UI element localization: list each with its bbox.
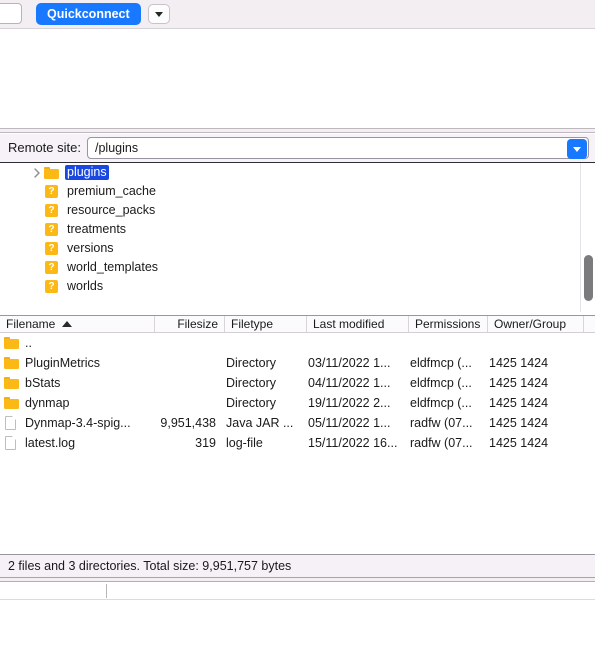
cell-filesize: 319 [195, 436, 216, 450]
message-log-pane [0, 29, 595, 128]
unknown-folder-icon: ? [45, 204, 58, 217]
cell-ownergroup: 1425 1424 [489, 376, 549, 390]
cell-permissions: radfw (07... [410, 416, 473, 430]
chevron-right-icon[interactable] [30, 167, 44, 178]
sort-ascending-icon [62, 321, 72, 327]
column-header-filesize[interactable]: Filesize [155, 316, 225, 333]
cell-filetype: Directory [226, 376, 277, 390]
folder-icon [4, 397, 19, 409]
column-header-filename[interactable]: Filename [0, 316, 155, 333]
cell-lastmodified: 05/11/2022 1... [308, 416, 391, 430]
column-header-filetype[interactable]: Filetype [225, 316, 307, 333]
folder-icon [4, 337, 19, 349]
table-row[interactable]: PluginMetrics Directory 03/11/2022 1... eld… [0, 353, 595, 373]
table-row[interactable]: Dynmap-3.4-spig... 9,951,438 Java JAR ... 0… [0, 413, 595, 433]
cell-filetype: Directory [226, 396, 277, 410]
file-icon [5, 416, 16, 430]
tree-item-premium_cache[interactable]: ? premium_cache [0, 182, 578, 201]
table-row[interactable]: bStats Directory 04/11/2022 1... eldfmcp (.… [0, 373, 595, 393]
chevron-down-icon [573, 146, 581, 152]
column-header-filesize-label: Filesize [177, 317, 218, 331]
cell-ownergroup: 1425 1424 [489, 396, 549, 410]
tree-item-label: worlds [67, 279, 104, 293]
unknown-folder-icon: ? [45, 223, 58, 236]
column-header-filename-label: Filename [6, 317, 56, 331]
tree-item-plugins[interactable]: plugins [0, 163, 578, 182]
tree-item-world_templates[interactable]: ? world_templates [0, 258, 578, 277]
column-header-lastmodified-label: Last modified [313, 317, 385, 331]
tree-item-label: treatments [67, 222, 127, 236]
table-row[interactable]: latest.log 319 log-file 15/11/2022 16... rad… [0, 433, 595, 453]
cell-filetype: log-file [226, 436, 263, 450]
tree-item-label: world_templates [67, 260, 159, 274]
tree-item-resource_packs[interactable]: ? resource_packs [0, 201, 578, 220]
cell-filename: latest.log [25, 436, 76, 450]
folder-icon [4, 377, 19, 389]
status-bar-text: 2 files and 3 directories. Total size: 9… [8, 559, 292, 573]
column-header-permissions-label: Permissions [415, 317, 481, 331]
column-header-ownergroup-label: Owner/Group [494, 317, 567, 331]
file-list-header: Filename Filesize Filetype Last modified… [0, 315, 595, 333]
tree-item-worlds[interactable]: ? worlds [0, 277, 578, 296]
cell-ownergroup: 1425 1424 [489, 416, 549, 430]
folder-icon [4, 357, 19, 369]
unknown-folder-icon: ? [45, 185, 58, 198]
cell-filename: Dynmap-3.4-spig... [25, 416, 131, 430]
cell-ownergroup: 1425 1424 [489, 436, 549, 450]
remote-site-label: Remote site: [8, 140, 81, 155]
column-header-ownergroup[interactable]: Owner/Group [488, 316, 584, 333]
remote-directory-tree[interactable]: plugins? premium_cache? resource_packs? tre… [0, 162, 595, 312]
cell-lastmodified: 19/11/2022 2... [308, 396, 391, 410]
tree-item-label: premium_cache [67, 184, 156, 198]
cell-permissions: eldfmcp (... [410, 356, 472, 370]
unknown-folder-icon: ? [45, 261, 58, 274]
remote-site-input[interactable]: /plugins [87, 137, 589, 159]
cell-filename: PluginMetrics [25, 356, 101, 370]
cell-lastmodified: 15/11/2022 16... [308, 436, 398, 450]
column-header-lastmodified[interactable]: Last modified [307, 316, 409, 333]
table-row[interactable]: .. [0, 333, 595, 353]
cell-permissions: eldfmcp (... [410, 376, 472, 390]
tree-item-treatments[interactable]: ? treatments [0, 220, 578, 239]
quickconnect-button[interactable]: Quickconnect [36, 3, 141, 25]
quickconnect-dropdown-button[interactable] [148, 4, 170, 24]
status-bar: 2 files and 3 directories. Total size: 9… [0, 554, 595, 578]
remote-site-dropdown-button[interactable] [567, 139, 587, 159]
tree-item-label: versions [67, 241, 114, 255]
chevron-down-icon [155, 11, 163, 17]
cell-filename: bStats [25, 376, 61, 390]
remote-site-bar: Remote site: /plugins [0, 134, 595, 162]
unknown-folder-icon: ? [45, 242, 58, 255]
tree-item-label: plugins [65, 165, 109, 180]
transfer-queue-column-divider[interactable] [106, 584, 107, 598]
table-row[interactable]: dynmap Directory 19/11/2022 2... eldfmcp (.… [0, 393, 595, 413]
transfer-queue-body[interactable] [0, 600, 595, 661]
column-header-permissions[interactable]: Permissions [409, 316, 488, 333]
cell-permissions: radfw (07... [410, 436, 473, 450]
unknown-folder-icon: ? [45, 280, 58, 293]
column-header-filetype-label: Filetype [231, 317, 274, 331]
folder-icon [44, 166, 59, 179]
cell-lastmodified: 04/11/2022 1... [308, 376, 391, 390]
quickconnect-toolbar: Quickconnect [0, 0, 595, 29]
cell-filetype: Java JAR ... [226, 416, 294, 430]
cell-filename: .. [25, 336, 32, 350]
transfer-queue-header [0, 582, 595, 600]
tree-scrollbar-thumb[interactable] [584, 255, 593, 301]
horizontal-splitter-top[interactable] [0, 128, 595, 133]
cell-filesize: 9,951,438 [160, 416, 216, 430]
host-input[interactable] [0, 3, 22, 24]
cell-permissions: eldfmcp (... [410, 396, 472, 410]
file-list-body[interactable]: .. PluginMetrics Directory 03/11/2022 1... e… [0, 333, 595, 554]
tree-item-label: resource_packs [67, 203, 156, 217]
cell-filename: dynmap [25, 396, 70, 410]
cell-lastmodified: 03/11/2022 1... [308, 356, 391, 370]
cell-ownergroup: 1425 1424 [489, 356, 549, 370]
tree-item-versions[interactable]: ? versions [0, 239, 578, 258]
tree-vertical-scrollbar[interactable] [580, 163, 595, 312]
cell-filetype: Directory [226, 356, 277, 370]
file-icon [5, 436, 16, 450]
remote-site-path-value: /plugins [95, 141, 139, 155]
